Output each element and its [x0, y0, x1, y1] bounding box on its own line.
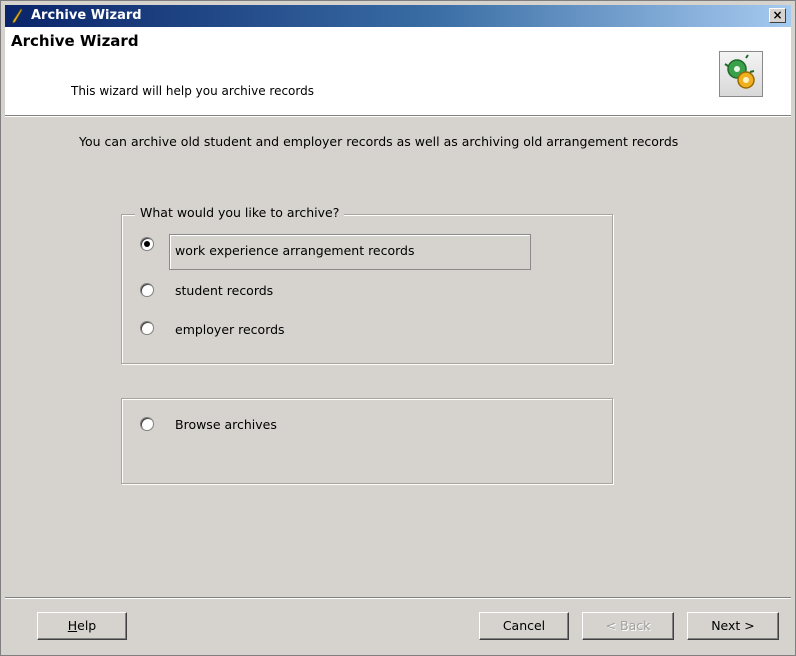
radio-work-experience-arrangement-records[interactable]	[140, 237, 154, 251]
header-title: Archive Wizard	[11, 32, 139, 50]
cancel-button[interactable]: Cancel	[479, 612, 569, 640]
browse-archives-group	[121, 398, 613, 484]
radio-label-student-records[interactable]: student records	[175, 283, 273, 298]
header-divider	[5, 115, 791, 117]
radio-selected-dot	[144, 241, 150, 247]
close-button[interactable]: ×	[769, 8, 786, 23]
archive-wizard-window: Archive Wizard × Archive Wizard This wiz…	[0, 0, 796, 656]
gears-wizard-icon	[719, 51, 763, 97]
help-label: elp	[77, 618, 97, 633]
radio-label-browse-archives[interactable]: Browse archives	[175, 417, 277, 432]
help-accelerator: H	[67, 618, 78, 633]
wizard-header: Archive Wizard This wizard will help you…	[5, 27, 791, 115]
next-button[interactable]: Next >	[687, 612, 779, 640]
close-icon: ×	[772, 8, 783, 22]
quill-icon	[12, 8, 23, 24]
intro-text: You can archive old student and employer…	[79, 134, 679, 149]
radio-label-employer-records[interactable]: employer records	[175, 322, 285, 337]
back-button[interactable]: < Back	[582, 612, 674, 640]
radio-label-work-experience[interactable]: work experience arrangement records	[175, 243, 415, 258]
radio-student-records[interactable]	[140, 283, 154, 297]
title-bar[interactable]: Archive Wizard ×	[5, 5, 791, 27]
archive-group-legend: What would you like to archive?	[135, 205, 345, 220]
footer-divider	[5, 597, 791, 599]
window-title: Archive Wizard	[31, 8, 142, 23]
radio-browse-archives[interactable]	[140, 417, 154, 431]
header-subtitle: This wizard will help you archive record…	[71, 84, 314, 98]
radio-employer-records[interactable]	[140, 321, 154, 335]
help-button[interactable]: Help	[37, 612, 127, 640]
